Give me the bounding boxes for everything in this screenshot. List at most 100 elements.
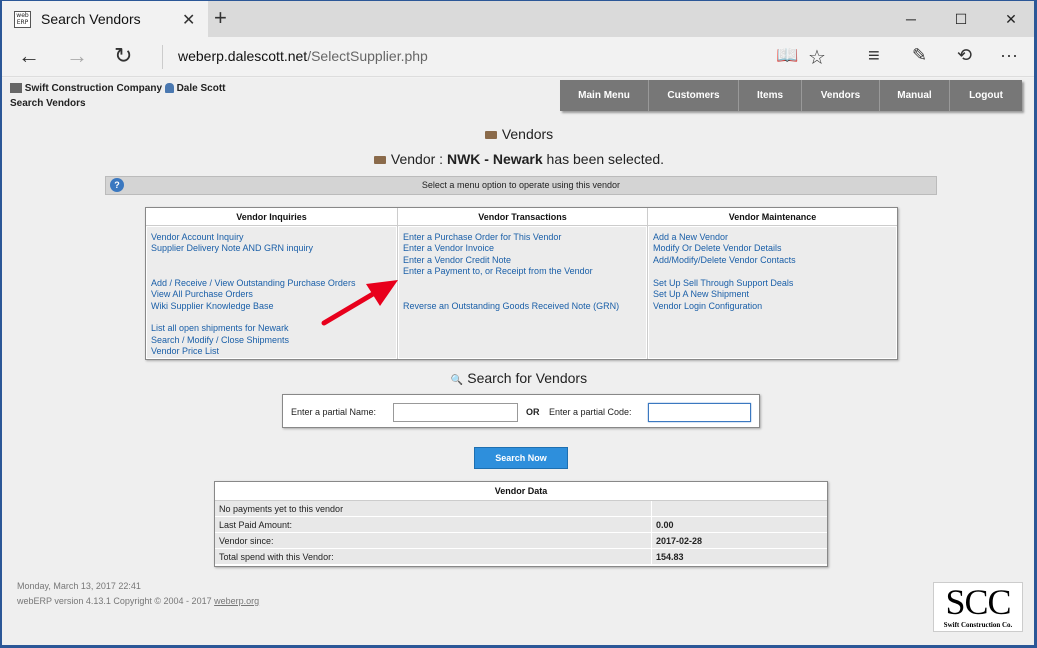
page-name: Search Vendors — [10, 98, 86, 109]
menu-logout[interactable]: Logout — [949, 80, 1022, 111]
link-list-open-shipments[interactable]: List all open shipments for Newark — [151, 323, 289, 333]
link-modify-delete-vendor[interactable]: Modify Or Delete Vendor Details — [653, 243, 782, 253]
maximize-icon[interactable]: ☐ — [936, 1, 986, 37]
page-title: Vendors — [2, 126, 1034, 142]
menu-manual[interactable]: Manual — [879, 80, 949, 111]
footer-version: webERP version 4.13.1 Copyright © 2004 -… — [17, 596, 259, 606]
refresh-icon[interactable]: ↻ — [114, 43, 132, 69]
selected-prefix: Vendor : — [390, 151, 447, 167]
row-value: 0.00 — [656, 520, 674, 530]
partial-name-input[interactable] — [393, 403, 518, 422]
row-label: Last Paid Amount: — [219, 520, 293, 530]
weberp-favicon-icon: web ERP — [14, 10, 31, 28]
link-vendor-login-config[interactable]: Vendor Login Configuration — [653, 301, 762, 311]
window-controls: ─ ☐ ✕ — [886, 1, 1034, 37]
row-label: No payments yet to this vendor — [219, 504, 344, 514]
magnifier-icon: 🔍 — [450, 375, 464, 386]
reading-view-icon[interactable]: 📖 — [776, 45, 798, 66]
company-logo: SCC Swift Construction Co. — [933, 582, 1023, 632]
info-text: Select a menu option to operate using th… — [421, 180, 621, 190]
link-sell-through-deals[interactable]: Set Up Sell Through Support Deals — [653, 278, 793, 288]
menu-main-menu[interactable]: Main Menu — [560, 80, 648, 111]
table-row: Total spend with this Vendor: 154.83 — [215, 549, 827, 565]
link-search-modify-shipments[interactable]: Search / Modify / Close Shipments — [151, 335, 289, 345]
search-title: 🔍 Search for Vendors — [2, 370, 1034, 386]
version-text: webERP version 4.13.1 Copyright © 2004 -… — [17, 596, 215, 606]
link-enter-vendor-invoice[interactable]: Enter a Vendor Invoice — [403, 243, 494, 253]
row-value: 154.83 — [656, 552, 684, 562]
link-vendor-price-list[interactable]: Vendor Price List — [151, 346, 219, 356]
menu-items[interactable]: Items — [738, 80, 801, 111]
logo-caption: Swift Construction Co. — [943, 621, 1013, 629]
logo-letters: SCC — [945, 582, 1011, 622]
cell-divider — [651, 549, 652, 565]
tab-title: Search Vendors — [41, 11, 141, 27]
minimize-icon[interactable]: ─ — [886, 1, 936, 37]
menu-customers[interactable]: Customers — [648, 80, 738, 111]
link-enter-purchase-order[interactable]: Enter a Purchase Order for This Vendor — [403, 232, 561, 242]
link-new-shipment[interactable]: Set Up A New Shipment — [653, 289, 749, 299]
more-icon[interactable]: ··· — [1000, 45, 1018, 66]
url-host: weberp.dalescott.net — [178, 48, 308, 64]
link-view-all-purchase-orders[interactable]: View All Purchase Orders — [151, 289, 253, 299]
column-header: Vendor Transactions — [398, 208, 647, 226]
row-label: Total spend with this Vendor: — [219, 552, 334, 562]
truck-icon — [484, 131, 497, 139]
link-add-new-vendor[interactable]: Add a New Vendor — [653, 232, 728, 242]
page-title-text: Vendors — [501, 126, 554, 142]
vendor-menu-table: Vendor Inquiries Vendor Account Inquiry … — [145, 207, 898, 360]
link-enter-payment[interactable]: Enter a Payment to, or Receipt from the … — [403, 266, 593, 276]
column-header: Vendor Inquiries — [146, 208, 397, 226]
browser-window: web ERP Search Vendors ✕ + ─ ☐ ✕ ← → ↻ w… — [1, 0, 1035, 646]
vendor-data-table: Vendor Data No payments yet to this vend… — [214, 481, 828, 567]
info-bar: ? Select a menu option to operate using … — [105, 176, 937, 195]
close-tab-icon[interactable]: ✕ — [182, 10, 195, 30]
menu-vendors[interactable]: Vendors — [801, 80, 879, 111]
cell-divider — [651, 501, 652, 517]
column-body: Enter a Purchase Order for This Vendor E… — [399, 227, 646, 358]
main-menu-bar: Main Menu Customers Items Vendors Manual… — [560, 80, 1022, 111]
selected-suffix: has been selected. — [542, 151, 665, 167]
column-header: Vendor Maintenance — [648, 208, 897, 226]
title-bar: web ERP Search Vendors ✕ + ─ ☐ ✕ — [2, 1, 1034, 37]
web-note-icon[interactable]: ✎ — [912, 45, 927, 66]
user-name[interactable]: Dale Scott — [177, 83, 226, 94]
address-bar[interactable]: weberp.dalescott.net/SelectSupplier.php — [178, 48, 428, 64]
favorite-star-icon[interactable]: ☆ — [808, 45, 826, 70]
back-arrow-icon[interactable]: ← — [18, 43, 40, 69]
partial-code-label: Enter a partial Code: — [549, 407, 632, 417]
vendor-maintenance-column: Vendor Maintenance Add a New Vendor Modi… — [647, 208, 897, 359]
close-window-icon[interactable]: ✕ — [986, 1, 1034, 37]
row-label: Vendor since: — [219, 536, 274, 546]
truck-icon — [373, 156, 386, 164]
search-now-button[interactable]: Search Now — [474, 447, 568, 469]
partial-name-label: Enter a partial Name: — [291, 407, 377, 417]
link-wiki-knowledge-base[interactable]: Wiki Supplier Knowledge Base — [151, 301, 274, 311]
browser-tab[interactable]: web ERP Search Vendors ✕ — [2, 1, 208, 37]
navigation-bar: ← → ↻ weberp.dalescott.net/SelectSupplie… — [2, 37, 1034, 77]
link-supplier-delivery-note[interactable]: Supplier Delivery Note AND GRN inquiry — [151, 243, 313, 253]
company-name[interactable]: Swift Construction Company — [25, 83, 162, 94]
row-value: 2017-02-28 — [656, 536, 703, 546]
new-tab-icon[interactable]: + — [214, 5, 227, 31]
user-icon — [164, 83, 174, 94]
company-user-line: Swift Construction Company Dale Scott — [10, 83, 225, 94]
search-title-text: Search for Vendors — [467, 370, 588, 386]
hub-icon[interactable]: ≡ — [868, 45, 880, 68]
share-icon[interactable]: ⟲ — [957, 45, 972, 66]
forward-arrow-icon[interactable]: → — [66, 43, 88, 69]
address-separator — [162, 45, 163, 69]
link-vendor-contacts[interactable]: Add/Modify/Delete Vendor Contacts — [653, 255, 796, 265]
partial-code-input[interactable] — [648, 403, 751, 422]
weberp-link[interactable]: weberp.org — [214, 596, 259, 606]
link-reverse-grn[interactable]: Reverse an Outstanding Goods Received No… — [403, 301, 619, 311]
link-enter-vendor-credit-note[interactable]: Enter a Vendor Credit Note — [403, 255, 511, 265]
info-icon: ? — [110, 178, 124, 192]
url-path: /SelectSupplier.php — [307, 48, 428, 64]
link-vendor-account-inquiry[interactable]: Vendor Account Inquiry — [151, 232, 244, 242]
table-row: No payments yet to this vendor — [215, 501, 827, 517]
table-row: Vendor since: 2017-02-28 — [215, 533, 827, 549]
column-body: Add a New Vendor Modify Or Delete Vendor… — [649, 227, 896, 358]
cell-divider — [651, 533, 652, 549]
company-icon — [10, 83, 22, 94]
